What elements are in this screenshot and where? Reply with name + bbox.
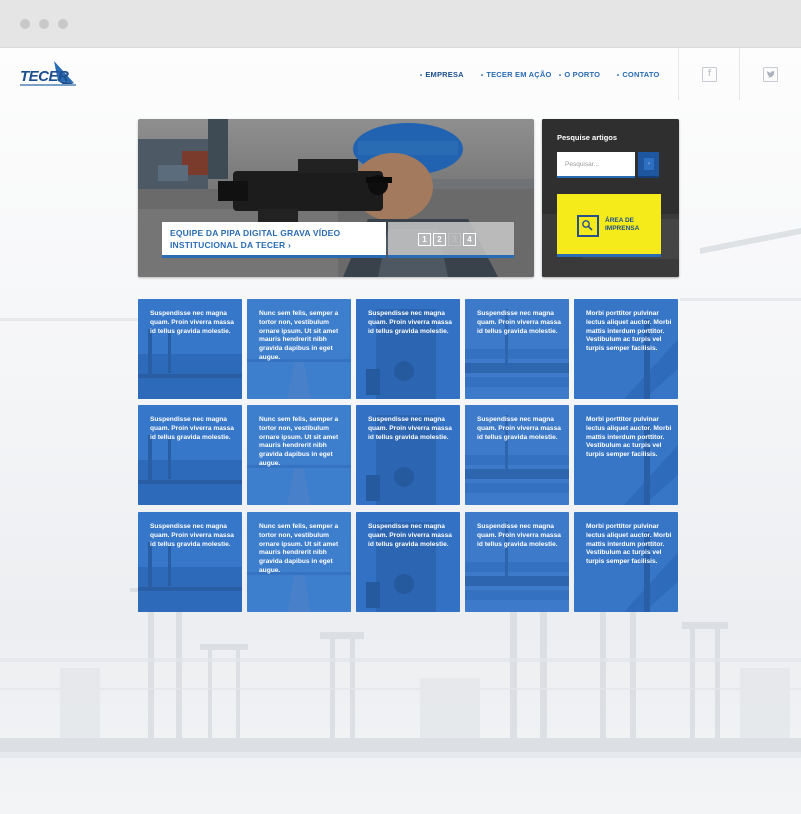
nav-item-tecer-em-acao[interactable]: • TECER EM AÇÃO (481, 70, 552, 79)
article-tile[interactable]: Suspendisse nec magna quam. Proin viverr… (465, 405, 569, 505)
slide-caption[interactable]: EQUIPE DA PIPA DIGITAL GRAVA VÍDEO INSTI… (162, 222, 386, 258)
slide-pager: 1234 (388, 222, 514, 258)
press-area-button[interactable]: ÁREA DE IMPRENSA (557, 194, 661, 257)
tile-text: Suspendisse nec magna quam. Proin viverr… (368, 523, 452, 548)
slide-page-button[interactable]: 1 (418, 233, 431, 246)
slide-page-button-current[interactable]: 3 (448, 233, 461, 246)
article-tile[interactable]: Suspendisse nec magna quam. Proin viverr… (356, 299, 460, 399)
press-area-label: ÁREA DE IMPRENSA (605, 217, 639, 233)
tile-text: Morbi porttitor pulvinar lectus aliquet … (586, 523, 672, 566)
hero-slider[interactable]: EQUIPE DA PIPA DIGITAL GRAVA VÍDEO INSTI… (138, 119, 534, 277)
search-panel: Pesquise artigos › ÁREA DE IMPRENSA (542, 119, 679, 277)
article-tile[interactable]: Morbi porttitor pulvinar lectus aliquet … (574, 299, 678, 399)
logo-text: TECER (20, 68, 69, 85)
header-divider (678, 48, 679, 100)
press-magnifier-icon (577, 215, 599, 237)
nav-label: TECER EM AÇÃO (486, 70, 552, 79)
nav-bullet-icon: • (559, 73, 562, 79)
nav-label: EMPRESA (425, 70, 464, 79)
tile-text: Suspendisse nec magna quam. Proin viverr… (477, 416, 561, 441)
nav-item-o-porto[interactable]: • O PORTO (559, 70, 600, 79)
window-minimize-dot[interactable] (39, 19, 49, 29)
article-tile[interactable]: Nunc sem felis, semper a tortor non, ves… (247, 512, 351, 612)
twitter-icon[interactable] (763, 67, 778, 82)
press-label-line1: ÁREA DE (605, 217, 635, 224)
tile-text: Nunc sem felis, semper a tortor non, ves… (259, 523, 339, 574)
page: TECER • EMPRESA • TECER EM AÇÃO • O PORTO •… (0, 48, 801, 814)
browser-chrome (0, 0, 801, 48)
tile-text: Nunc sem felis, semper a tortor non, ves… (259, 310, 339, 361)
tile-text: Nunc sem felis, semper a tortor non, ves… (259, 416, 339, 467)
nav-label: CONTATO (622, 70, 660, 79)
window-close-dot[interactable] (20, 19, 30, 29)
article-tile[interactable]: Suspendisse nec magna quam. Proin viverr… (138, 405, 242, 505)
slide-caption-text[interactable]: EQUIPE DA PIPA DIGITAL GRAVA VÍDEO INSTI… (170, 227, 378, 251)
arrow-right-icon: › (644, 158, 654, 170)
article-tile[interactable]: Suspendisse nec magna quam. Proin viverr… (465, 512, 569, 612)
tile-text: Suspendisse nec magna quam. Proin viverr… (150, 310, 234, 335)
article-tile[interactable]: Morbi porttitor pulvinar lectus aliquet … (574, 405, 678, 505)
tile-text: Suspendisse nec magna quam. Proin viverr… (477, 523, 561, 548)
caption-arrow-icon: › (287, 240, 291, 250)
article-tile[interactable]: Suspendisse nec magna quam. Proin viverr… (138, 512, 242, 612)
nav-bullet-icon: • (481, 73, 484, 79)
window-maximize-dot[interactable] (58, 19, 68, 29)
article-tile[interactable]: Suspendisse nec magna quam. Proin viverr… (138, 299, 242, 399)
slide-page-button[interactable]: 4 (463, 233, 476, 246)
search-title: Pesquise artigos (557, 133, 618, 142)
tile-text: Suspendisse nec magna quam. Proin viverr… (368, 416, 452, 441)
slide-title: EQUIPE DA PIPA DIGITAL GRAVA VÍDEO INSTI… (170, 228, 341, 250)
nav-label: O PORTO (564, 70, 601, 79)
nav-item-empresa[interactable]: • EMPRESA (420, 70, 464, 79)
article-tile[interactable]: Nunc sem felis, semper a tortor non, ves… (247, 405, 351, 505)
facebook-icon[interactable]: f (702, 67, 717, 82)
tile-text: Suspendisse nec magna quam. Proin viverr… (150, 416, 234, 441)
article-tile[interactable]: Suspendisse nec magna quam. Proin viverr… (465, 299, 569, 399)
search-button[interactable]: › (638, 152, 659, 178)
tile-text: Morbi porttitor pulvinar lectus aliquet … (586, 310, 672, 353)
tecer-logo[interactable]: TECER (20, 57, 76, 89)
logo-tagline-line (20, 84, 76, 86)
article-tile[interactable]: Morbi porttitor pulvinar lectus aliquet … (574, 512, 678, 612)
tile-text: Suspendisse nec magna quam. Proin viverr… (368, 310, 452, 335)
article-tile[interactable]: Suspendisse nec magna quam. Proin viverr… (356, 512, 460, 612)
nav-bullet-icon: • (420, 73, 423, 79)
nav-bullet-icon: • (617, 73, 620, 79)
press-label-line2: IMPRENSA (605, 225, 640, 232)
tile-text: Suspendisse nec magna quam. Proin viverr… (477, 310, 561, 335)
tile-text: Morbi porttitor pulvinar lectus aliquet … (586, 416, 672, 459)
article-tile[interactable]: Suspendisse nec magna quam. Proin viverr… (356, 405, 460, 505)
article-tile[interactable]: Nunc sem felis, semper a tortor non, ves… (247, 299, 351, 399)
search-input[interactable] (557, 152, 635, 178)
slide-page-button[interactable]: 2 (433, 233, 446, 246)
tile-text: Suspendisse nec magna quam. Proin viverr… (150, 523, 234, 548)
nav-item-contato[interactable]: • CONTATO (617, 70, 660, 79)
site-header: TECER • EMPRESA • TECER EM AÇÃO • O PORTO •… (0, 48, 801, 100)
twitter-bird-icon (767, 71, 775, 78)
header-divider (739, 48, 740, 100)
